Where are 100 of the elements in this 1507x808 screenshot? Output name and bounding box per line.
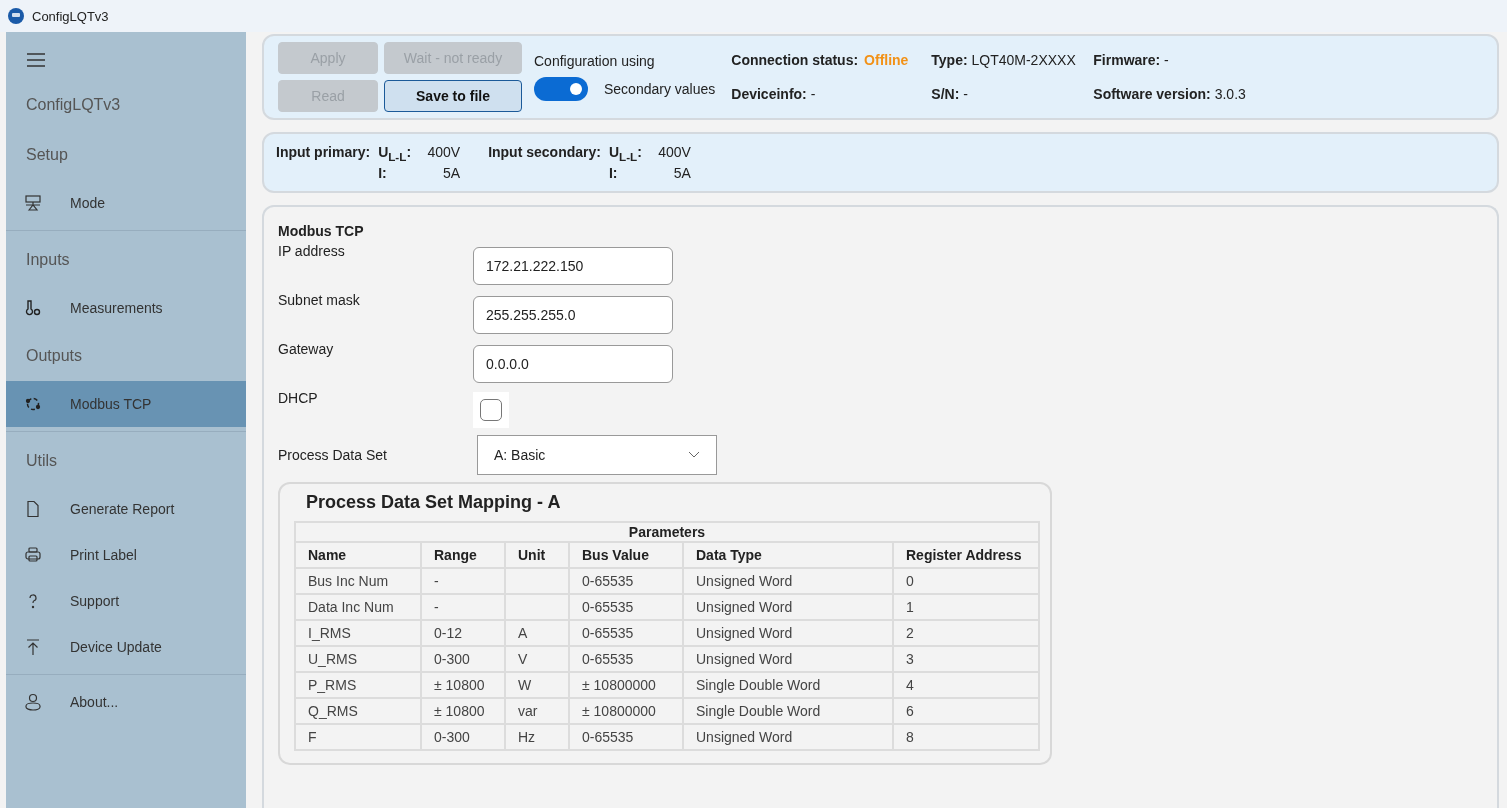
table-cell: 8	[893, 723, 1039, 750]
field-label: Subnet mask	[278, 291, 361, 310]
dropdown[interactable]: A: Basic	[477, 434, 717, 475]
column-header: Bus Value	[569, 541, 683, 568]
nav-item[interactable]: Device Update	[6, 624, 246, 670]
section-heading: Outputs	[25, 346, 84, 366]
toolbar-button[interactable]: Save to file	[384, 80, 522, 112]
table-cell: var	[505, 697, 569, 724]
column-header: Name	[295, 541, 421, 568]
app-logo-icon	[8, 8, 24, 24]
nav-item[interactable]: Measurements	[6, 285, 246, 331]
monitor-stand-icon	[24, 194, 42, 212]
table-cell: Single Double Word	[683, 671, 893, 698]
printer-icon	[24, 546, 42, 564]
table-cell: Hz	[505, 723, 569, 750]
nav-item[interactable]: Support	[6, 578, 246, 624]
quantity-value: 5A	[442, 164, 461, 181]
table-cell: Unsigned Word	[683, 593, 893, 620]
table-cell: Single Double Word	[683, 697, 893, 724]
section-heading: Inputs	[25, 250, 71, 270]
input-field[interactable]: 172.21.222.150	[473, 246, 673, 285]
table-cell: 3	[893, 645, 1039, 672]
table-cell: ± 10800000	[569, 671, 683, 698]
table-cell: 6	[893, 697, 1039, 724]
checkbox[interactable]	[480, 398, 502, 421]
table-cell: 0-65535	[569, 723, 683, 750]
info-label: Connection status:	[731, 52, 859, 68]
nav-item[interactable]: Print Label	[6, 532, 246, 578]
person-icon	[24, 693, 42, 711]
table-cell: A	[505, 619, 569, 646]
section-heading: Utils	[25, 451, 59, 471]
chevron-down-icon	[688, 450, 700, 459]
quantity-value: 400V	[657, 144, 691, 162]
status-value: Offline	[864, 52, 909, 68]
table-cell: -	[421, 567, 505, 594]
table-cell: U_RMS	[295, 645, 421, 672]
table-cell: ± 10800	[421, 697, 505, 724]
table-cell: ± 10800	[421, 671, 505, 698]
table-cell: 0-300	[421, 645, 505, 672]
info-text: Deviceinfo: -	[731, 86, 816, 102]
quantity-label: U$_{L-L}$:	[378, 144, 413, 163]
table-cell: V	[505, 645, 569, 672]
app-name: ConfigLQTv3	[25, 95, 122, 115]
table-cell: P_RMS	[295, 671, 421, 698]
table-cell: 0-65535	[569, 645, 683, 672]
input-field[interactable]: 0.0.0.0	[473, 344, 673, 383]
thermometer-gear-icon	[24, 299, 42, 317]
table-cell: 4	[893, 671, 1039, 698]
table-cell: Unsigned Word	[683, 567, 893, 594]
network-ring-icon	[24, 395, 42, 413]
configuration-label: Configuration using	[534, 53, 656, 69]
column-header: Unit	[505, 541, 569, 568]
section-heading: Setup	[25, 145, 69, 165]
column-header: Register Address	[893, 541, 1039, 568]
table-cell: I_RMS	[295, 619, 421, 646]
table-cell: 0-12	[421, 619, 505, 646]
table-cell: 0-65535	[569, 567, 683, 594]
quantity-value: 400V	[426, 144, 461, 162]
input-label: Input secondary:	[488, 144, 601, 162]
table-cell: Unsigned Word	[683, 619, 893, 646]
column-header: Data Type	[683, 541, 893, 568]
window-title: ConfigLQTv3	[32, 8, 109, 24]
quantity-label: I:	[378, 164, 388, 181]
column-header: Range	[421, 541, 505, 568]
toggle-switch[interactable]	[534, 77, 588, 101]
nav-item[interactable]: Modbus TCP	[6, 381, 246, 427]
table-cell: Unsigned Word	[683, 645, 893, 672]
table-cell: 0-65535	[569, 619, 683, 646]
nav-item[interactable]: Mode	[6, 180, 246, 226]
table-cell: W	[505, 671, 569, 698]
mapping-title: Process Data Set Mapping - A	[306, 491, 562, 513]
info-text: Type: LQT40M-2XXXX	[931, 52, 1076, 68]
table-cell: ± 10800000	[569, 697, 683, 724]
quantity-label: U$_{L-L}$:	[608, 144, 643, 163]
table-cell: -	[421, 593, 505, 620]
table-cell: 1	[893, 593, 1039, 620]
table-cell: 0-300	[421, 723, 505, 750]
field-label: Gateway	[278, 340, 335, 359]
table-cell: F	[295, 723, 421, 750]
table-cell: 0	[893, 567, 1039, 594]
nav-item[interactable]: About...	[6, 679, 246, 725]
table-cell: Data Inc Num	[295, 593, 421, 620]
field-label: DHCP	[278, 389, 319, 408]
table-group-header: Parameters	[295, 521, 1039, 542]
field-label: Process Data Set	[278, 446, 388, 463]
upload-icon	[24, 638, 42, 656]
quantity-value: 5A	[672, 164, 691, 181]
quantity-label: I:	[608, 164, 619, 181]
section-title: Modbus TCP	[278, 222, 365, 239]
field-label: IP address	[278, 242, 346, 261]
input-field[interactable]: 255.255.255.0	[473, 295, 673, 334]
info-text: Firmware: -	[1093, 52, 1169, 68]
menu-icon[interactable]	[26, 52, 46, 68]
table-cell: 2	[893, 619, 1039, 646]
table-cell: Q_RMS	[295, 697, 421, 724]
document-icon	[24, 500, 42, 518]
table-cell: Unsigned Word	[683, 723, 893, 750]
toggle-label: Secondary values	[604, 81, 716, 97]
info-text: S/N: -	[931, 86, 968, 102]
nav-item[interactable]: Generate Report	[6, 486, 246, 532]
